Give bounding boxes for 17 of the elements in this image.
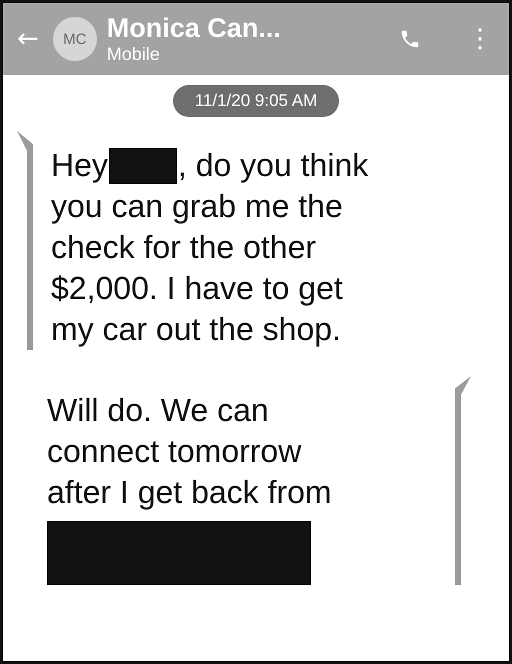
message-text: my car out the shop. [51, 310, 341, 349]
contact-name: Monica Can... [106, 13, 282, 43]
menu-button[interactable]: ⋮ [461, 24, 499, 54]
message-text: Hey [51, 146, 108, 185]
message-text: Will do. We can [47, 391, 269, 430]
message-text: connect tomorrow [47, 432, 302, 471]
contact-subtitle: Mobile [106, 43, 161, 65]
message-text: $2,000. I have to get [51, 269, 343, 308]
redaction-bar [108, 148, 177, 184]
phone-icon[interactable] [399, 28, 421, 50]
message-text: , do you think [178, 146, 368, 185]
contact-avatar: MC [52, 17, 97, 61]
message-text: after I get back from [47, 473, 332, 512]
message-text: check for the other [51, 228, 316, 267]
message-text: you can grab me the [51, 187, 343, 226]
back-button[interactable]: ← [13, 24, 43, 54]
date-pill: 11/1/20 9:05 AM [172, 85, 340, 117]
